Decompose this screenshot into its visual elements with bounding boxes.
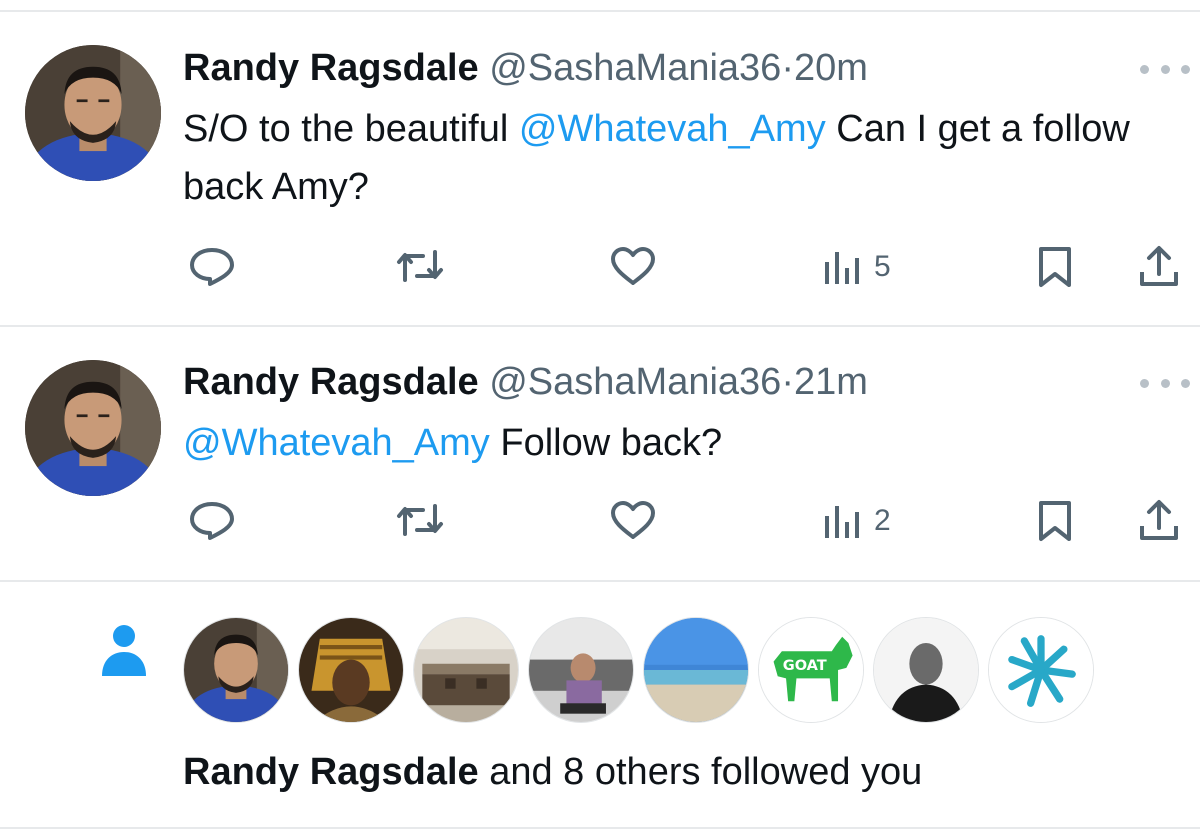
- more-options-icon[interactable]: [1140, 373, 1190, 393]
- author-handle[interactable]: @SashaMania36: [489, 361, 781, 403]
- notifications-timeline: Randy Ragsdale @SashaMania36·20m S/O to …: [0, 0, 1200, 836]
- views-count: 2: [874, 504, 891, 537]
- bookmark-button[interactable]: [1036, 500, 1074, 542]
- follower-avatar-pharaoh[interactable]: [298, 617, 404, 723]
- author-name[interactable]: Randy Ragsdale: [183, 361, 479, 403]
- tweet[interactable]: Randy Ragsdale @SashaMania36·21m @Whatev…: [0, 0, 1200, 580]
- tweet-time[interactable]: 21m: [794, 361, 868, 403]
- mention-link[interactable]: @Whatevah_Amy: [183, 422, 490, 464]
- avatar-image: [25, 360, 161, 496]
- views-icon: [825, 506, 859, 538]
- follower-avatar-gym[interactable]: [528, 617, 634, 723]
- bottom-divider: [0, 827, 1200, 829]
- separator-dot: ·: [781, 361, 794, 403]
- heart-icon: [611, 501, 655, 539]
- like-button[interactable]: [610, 500, 656, 540]
- follower-avatar-beach[interactable]: [643, 617, 749, 723]
- reply-button[interactable]: [188, 500, 236, 540]
- views-button[interactable]: 2: [822, 502, 891, 540]
- person-icon: [100, 622, 148, 678]
- follower-avatar-goat[interactable]: GOAT: [758, 617, 864, 723]
- share-icon: [1140, 500, 1178, 540]
- tweet-text: @Whatevah_Amy Follow back?: [183, 414, 1193, 472]
- bookmark-icon: [1039, 501, 1071, 541]
- follow-notification-text: Randy Ragsdale and 8 others followed you: [183, 746, 922, 798]
- follower-avatar-kitchen[interactable]: [413, 617, 519, 723]
- follower-avatar-man[interactable]: [873, 617, 979, 723]
- share-button[interactable]: [1138, 498, 1180, 542]
- tweet-header: Randy Ragsdale @SashaMania36·21m: [183, 360, 868, 404]
- follower-avatar-randy[interactable]: [183, 617, 289, 723]
- retweet-button[interactable]: [395, 502, 445, 538]
- tweet-text-after: Follow back?: [489, 422, 723, 464]
- reply-icon: [190, 502, 234, 540]
- retweet-icon: [397, 504, 443, 536]
- follow-notification-rest: and 8 others followed you: [478, 751, 923, 793]
- avatar[interactable]: [25, 360, 161, 496]
- svg-text:GOAT: GOAT: [783, 657, 827, 674]
- follower-avatar-starburst[interactable]: [988, 617, 1094, 723]
- follower-name[interactable]: Randy Ragsdale: [183, 751, 479, 793]
- tweet-divider: [0, 580, 1200, 582]
